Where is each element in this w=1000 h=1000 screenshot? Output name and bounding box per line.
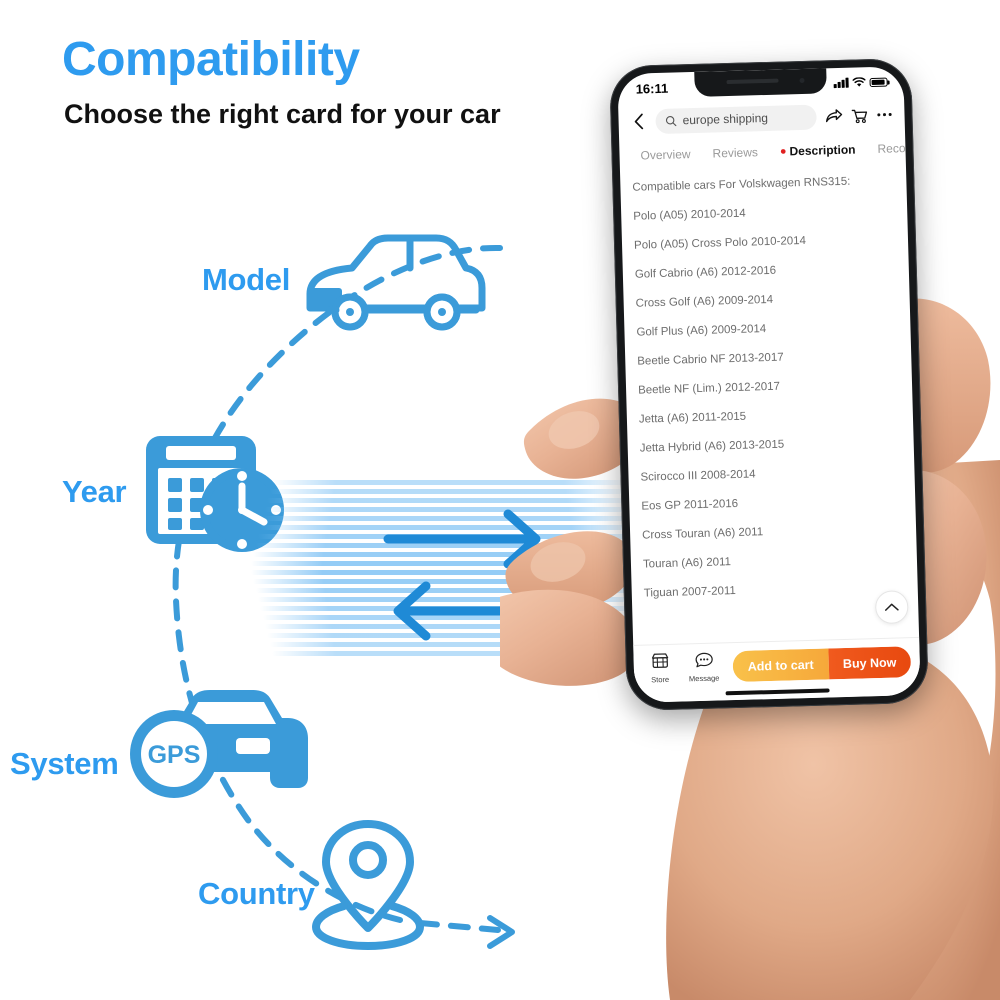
list-item: Polo (A05) Cross Polo 2010-2014 bbox=[633, 234, 807, 252]
search-icon bbox=[665, 115, 677, 126]
chevron-up-icon bbox=[885, 603, 899, 611]
car-side-icon bbox=[306, 234, 486, 331]
list-item: Jetta (A6) 2011-2015 bbox=[638, 410, 747, 426]
signal-icon bbox=[834, 77, 849, 89]
message-button[interactable]: Message bbox=[686, 651, 721, 684]
list-item: Golf Cabrio (A6) 2012-2016 bbox=[634, 264, 777, 281]
hand-holding-phone-photo: 16:11 europe shipping Overview Reviews ●… bbox=[500, 0, 1000, 1000]
list-item: Beetle NF (Lim.) 2012-2017 bbox=[637, 380, 781, 397]
diagram-label-year: Year bbox=[62, 474, 127, 509]
front-camera bbox=[799, 77, 805, 84]
store-button[interactable]: Store bbox=[642, 652, 677, 685]
status-time: 16:11 bbox=[635, 80, 669, 97]
diagram-label-country: Country bbox=[198, 876, 315, 911]
phone-notch bbox=[694, 68, 827, 97]
chevron-left-icon[interactable] bbox=[630, 113, 646, 130]
battery-icon bbox=[869, 77, 888, 87]
message-label: Message bbox=[688, 673, 720, 684]
list-item: Golf Plus (A6) 2009-2014 bbox=[636, 323, 767, 339]
store-icon bbox=[651, 653, 668, 668]
add-to-cart-button[interactable]: Add to cart bbox=[732, 648, 829, 683]
list-item: Eos GP 2011-2016 bbox=[641, 497, 739, 513]
tab-description-label: Description bbox=[789, 142, 856, 159]
status-icons bbox=[834, 77, 888, 89]
more-dots-icon[interactable] bbox=[876, 111, 892, 117]
phone-screen: 16:11 europe shipping Overview Reviews ●… bbox=[617, 66, 921, 703]
list-heading: Compatible cars For Volskwagen RNS315: bbox=[632, 175, 851, 194]
cart-icon[interactable] bbox=[851, 108, 868, 123]
tab-recommend[interactable]: Recom bbox=[866, 141, 906, 157]
list-item: Beetle Cabrio NF 2013-2017 bbox=[637, 351, 784, 368]
buy-now-button[interactable]: Buy Now bbox=[828, 646, 912, 680]
gps-badge-text: GPS bbox=[148, 741, 201, 769]
list-item: Scirocco III 2008-2014 bbox=[640, 468, 756, 484]
earpiece-speaker bbox=[726, 78, 779, 85]
location-pin-icon: ● bbox=[779, 145, 787, 158]
list-item: Polo (A05) 2010-2014 bbox=[633, 207, 746, 223]
smartphone: 16:11 europe shipping Overview Reviews ●… bbox=[609, 57, 929, 712]
tab-description[interactable]: ● Description bbox=[769, 142, 867, 159]
search-value: europe shipping bbox=[682, 110, 769, 128]
list-item: Cross Touran (A6) 2011 bbox=[642, 526, 764, 542]
store-label: Store bbox=[651, 675, 670, 685]
dashed-tail bbox=[417, 920, 501, 933]
diagram-label-model: Model bbox=[202, 262, 291, 297]
diagram-label-system: System bbox=[10, 746, 119, 781]
tab-reviews[interactable]: Reviews bbox=[701, 145, 769, 161]
share-icon[interactable] bbox=[825, 108, 843, 123]
list-item: Cross Golf (A6) 2009-2014 bbox=[635, 293, 774, 310]
purchase-button-group: Add to cart Buy Now bbox=[732, 646, 912, 683]
description-list[interactable]: Compatible cars For Volskwagen RNS315: P… bbox=[620, 162, 919, 645]
list-item: Jetta Hybrid (A6) 2013-2015 bbox=[639, 438, 785, 455]
gps-car-icon: GPS bbox=[130, 690, 308, 798]
search-input[interactable]: europe shipping bbox=[655, 104, 817, 134]
list-item: Tiguan 2007-2011 bbox=[643, 585, 736, 600]
list-item: Touran (A6) 2011 bbox=[642, 556, 732, 571]
tab-overview[interactable]: Overview bbox=[629, 147, 701, 163]
map-pin-icon bbox=[312, 820, 424, 950]
wifi-icon bbox=[852, 77, 866, 87]
chat-bubble-icon bbox=[695, 652, 713, 668]
